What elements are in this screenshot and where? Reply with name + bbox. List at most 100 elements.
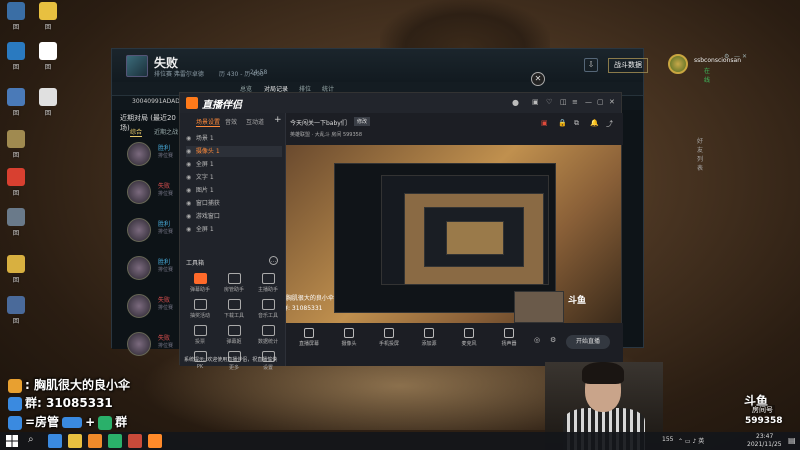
desktop-icon-3[interactable]: 回 [0, 42, 32, 71]
source-item[interactable]: ◉ 游戏窗口 [186, 211, 282, 222]
source-item[interactable]: ◉ 全屏 1 [186, 159, 282, 170]
tool-button[interactable]: 房管助手 [220, 273, 248, 293]
gift-icon[interactable]: ▣ [532, 98, 539, 106]
bottom-button[interactable]: 添加源 [412, 328, 446, 347]
match-row[interactable]: 胜利 排位赛 [122, 140, 182, 170]
source-item[interactable]: ◉ 窗口捕获 [186, 198, 282, 209]
source-item[interactable]: ◉ 摄像头 1 [186, 146, 282, 157]
tool-button[interactable]: 音乐工具 [254, 299, 282, 319]
taskbar-app-icon[interactable] [68, 434, 82, 448]
tab-scene-settings[interactable]: 场景设置 [196, 117, 221, 127]
desktop-icon-8[interactable]: 回 [0, 168, 32, 197]
desktop-icon-11[interactable]: 回 [0, 296, 32, 325]
tab-audio[interactable]: 音效 [225, 117, 237, 126]
user-rank-badge[interactable] [668, 54, 688, 74]
stream-app-name: 直播伴侣 [202, 100, 242, 111]
edit-title-button[interactable]: 修改 [354, 117, 371, 126]
friends-list-label[interactable]: 好友列表 [697, 136, 703, 172]
danmaku-icon[interactable]: ▣ [541, 119, 548, 127]
settings-icon[interactable]: ⚙ [550, 336, 556, 344]
tool-button[interactable]: 数据统计 [254, 325, 282, 345]
skin-icon[interactable]: ◫ [560, 98, 567, 106]
match-row[interactable]: 失败 排位赛 [122, 178, 182, 208]
close-icon[interactable]: ✕ [742, 53, 747, 60]
eye-icon[interactable]: ◉ [186, 187, 194, 194]
match-row[interactable]: 失败 排位赛 [122, 292, 182, 322]
desktop-icon-1[interactable]: 回 [0, 2, 32, 31]
tab-interactive[interactable]: 互动道 [246, 117, 264, 126]
search-icon[interactable]: ⌕ [28, 434, 34, 445]
desktop-icon-5[interactable]: 回 [0, 88, 32, 117]
tool-button[interactable]: 弹幕姬 [220, 325, 248, 345]
desktop-icon-9[interactable]: 回 [0, 208, 32, 237]
tool-icon [227, 273, 241, 284]
maximize-icon[interactable]: ▢ [597, 98, 604, 106]
taskbar-app-icon[interactable] [88, 434, 102, 448]
minimize-icon[interactable]: — [734, 53, 740, 60]
taskbar-app-icon[interactable] [108, 434, 122, 448]
share-icon[interactable]: ⤴ [606, 119, 613, 129]
bell-icon[interactable]: 🔔 [590, 119, 599, 127]
tab-recent[interactable]: 近期之战 [154, 127, 178, 136]
taskbar-app-icon[interactable] [148, 434, 162, 448]
tab-overall[interactable]: 综合 [130, 127, 143, 137]
desktop-icon-2[interactable]: 回 [32, 2, 64, 31]
champion-portrait [127, 218, 151, 242]
bottom-button[interactable]: 手机投屏 [372, 328, 406, 347]
heart-icon[interactable]: ♡ [546, 98, 552, 106]
stream-companion-window[interactable]: 直播伴侣 ● ▣ ♡ ◫ ≡ — ▢ ✕ 场景设置 音效 互动道 + ◉ 场景 … [179, 92, 623, 371]
add-scene-icon[interactable]: + [274, 115, 282, 125]
lock-icon[interactable]: 🔒 [558, 119, 567, 127]
close-popup-icon[interactable]: ✕ [531, 72, 545, 86]
clock-date[interactable]: 2021/11/25 [747, 441, 782, 448]
eye-icon[interactable]: ◉ [186, 213, 194, 220]
tool-button[interactable]: 下载工具 [220, 299, 248, 319]
close-icon[interactable]: ✕ [609, 98, 615, 106]
more-tools-icon[interactable]: … [269, 256, 278, 265]
eye-icon[interactable]: ◉ [186, 200, 194, 207]
source-item[interactable]: ◉ 文字 1 [186, 172, 282, 183]
taskbar-app-icon[interactable] [128, 434, 142, 448]
tray-icons[interactable]: ⌃ ▭ ♪ 英 [678, 436, 704, 445]
download-icon[interactable]: ⇩ [584, 58, 598, 72]
tool-button[interactable]: 主播助手 [254, 273, 282, 293]
desktop-icon-7[interactable]: 回 [0, 130, 32, 159]
source-item[interactable]: ◉ 场景 1 [186, 133, 282, 144]
eye-icon[interactable]: ◉ [186, 226, 194, 233]
desktop-icon-10[interactable]: 回 [0, 255, 32, 284]
desktop-icon-6[interactable]: 回 [32, 88, 64, 117]
room-title[interactable]: 今天闯关一下baby们 [290, 118, 347, 127]
tool-button[interactable]: 投票 [186, 325, 214, 345]
copy-icon[interactable]: ⧉ [574, 119, 579, 128]
tool-button[interactable]: 抽奖活动 [186, 299, 214, 319]
stream-preview[interactable]: 斗鱼 : 胸肌很大的良小伞 群: 31085331 [286, 145, 621, 323]
avatar[interactable]: ● [512, 98, 519, 107]
taskbar-app-icon[interactable] [48, 434, 62, 448]
minimize-icon[interactable]: — [585, 98, 592, 106]
desktop-icon-label: 回 [44, 64, 51, 71]
bottom-button[interactable]: 摄像头 [332, 328, 366, 347]
tool-label: 投票 [194, 339, 205, 345]
desktop-icon-4[interactable]: 回 [32, 42, 64, 71]
bottom-button[interactable]: 扬声器 [492, 328, 526, 347]
source-item[interactable]: ◉ 图片 1 [186, 185, 282, 196]
eye-icon[interactable]: ◉ [186, 174, 194, 181]
notification-icon[interactable]: ▤ [788, 436, 796, 445]
clock-time[interactable]: 23:47 [756, 433, 773, 440]
eye-icon[interactable]: ◉ [186, 148, 194, 155]
match-row[interactable]: 失败 排位赛 [122, 330, 182, 360]
settings-icon[interactable]: ⚙ [724, 53, 729, 60]
go-live-button[interactable]: 开始直播 [566, 335, 610, 349]
source-item[interactable]: ◉ 全屏 1 [186, 224, 282, 235]
bottom-button[interactable]: 直播屏幕 [292, 328, 326, 347]
bottom-button[interactable]: 麦克风 [452, 328, 486, 347]
eye-icon[interactable]: ◉ [186, 161, 194, 168]
eye-icon[interactable]: ◉ [186, 135, 194, 142]
record-icon[interactable]: ◎ [534, 336, 540, 344]
battle-data-button[interactable]: 战斗数据 [608, 58, 648, 73]
windows-start-icon[interactable] [6, 435, 18, 447]
tool-button[interactable]: 弹幕助手 [186, 273, 214, 293]
menu-icon[interactable]: ≡ [572, 98, 578, 106]
match-row[interactable]: 胜利 排位赛 [122, 216, 182, 246]
match-row[interactable]: 胜利 排位赛 [122, 254, 182, 284]
